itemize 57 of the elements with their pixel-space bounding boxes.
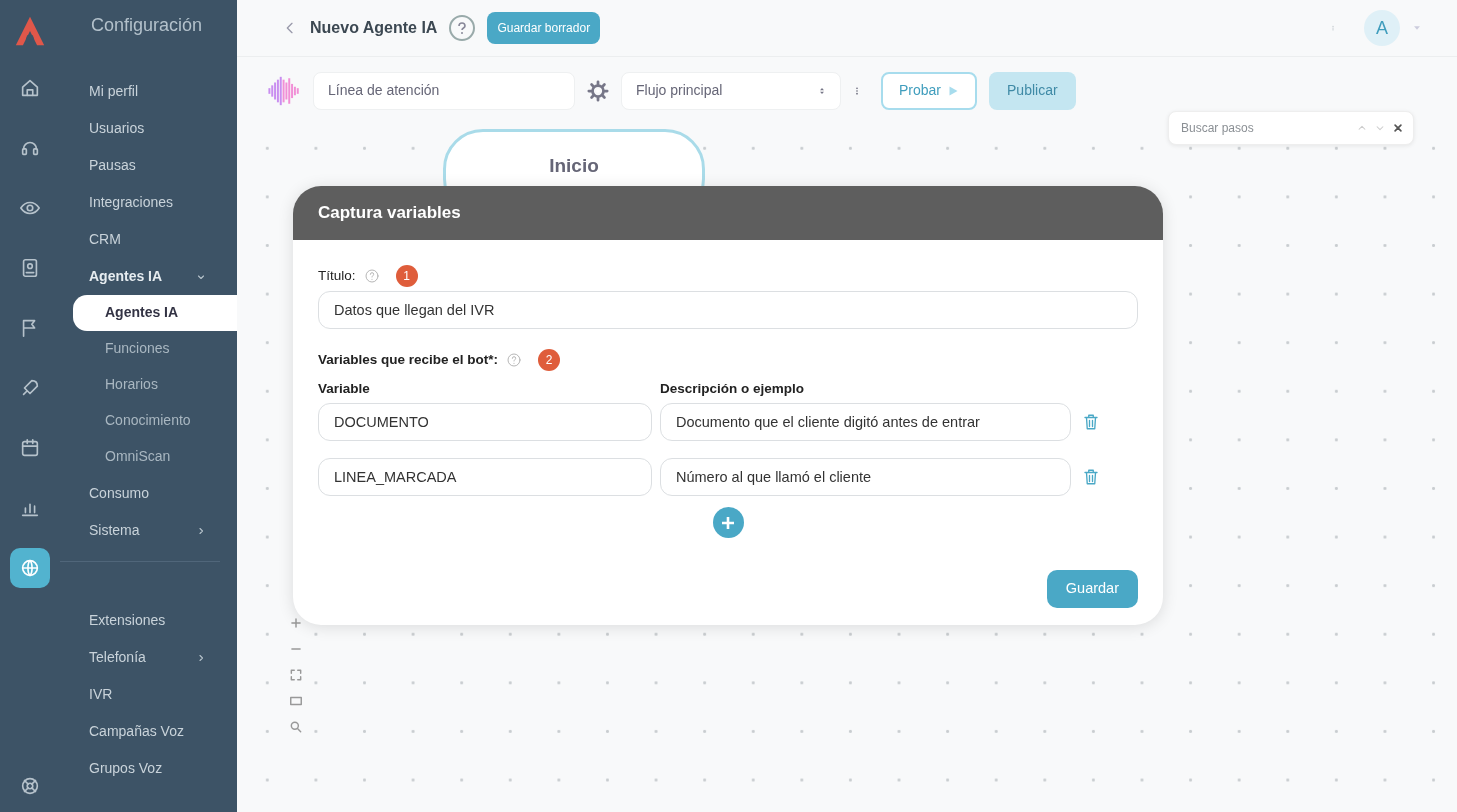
help-icon[interactable] bbox=[506, 352, 523, 368]
menu-item[interactable]: Integraciones bbox=[60, 184, 237, 221]
column-header: Descripción o ejemplo bbox=[660, 380, 805, 398]
column-header: Variable bbox=[318, 380, 371, 398]
flow-select[interactable]: Flujo principal bbox=[621, 71, 841, 110]
menu-item[interactable]: Pausas bbox=[60, 147, 237, 184]
chevron-down-icon[interactable] bbox=[1375, 123, 1385, 133]
menu-item[interactable]: CRM bbox=[60, 221, 237, 258]
search-icon[interactable] bbox=[289, 720, 303, 734]
save-draft-button[interactable]: Guardar borrador bbox=[487, 12, 601, 44]
menu-item[interactable]: Grupos Voz bbox=[60, 750, 237, 787]
menu-item[interactable]: Consumo bbox=[60, 475, 237, 512]
lifebuoy-icon bbox=[19, 775, 41, 797]
save-button[interactable]: Guardar bbox=[1046, 570, 1138, 609]
submenu-item[interactable]: Funciones bbox=[73, 331, 237, 367]
menu-item[interactable]: Extensiones bbox=[60, 602, 237, 639]
menu-item[interactable]: Mi perfil bbox=[60, 73, 237, 110]
menu-item[interactable]: Usuarios bbox=[60, 110, 237, 147]
home-icon bbox=[19, 77, 41, 99]
line-field[interactable]: Línea de atención bbox=[313, 71, 575, 110]
title-input[interactable]: Datos que llegan del IVR bbox=[318, 291, 1138, 329]
chevron-up-icon[interactable] bbox=[1357, 123, 1367, 133]
close-icon[interactable] bbox=[1393, 123, 1403, 133]
add-button[interactable] bbox=[712, 507, 744, 539]
test-button[interactable]: Probar bbox=[881, 71, 978, 110]
calendar-icon bbox=[19, 437, 41, 459]
minimap-icon[interactable] bbox=[289, 694, 303, 708]
step-number: 2 bbox=[538, 349, 561, 371]
steps-search-field[interactable]: Buscar pasos bbox=[1168, 111, 1414, 145]
variable-input[interactable]: LINEA_MARCADA bbox=[318, 458, 652, 497]
menu-item[interactable]: IVR bbox=[60, 676, 237, 713]
submenu-item[interactable]: Horarios bbox=[73, 367, 237, 403]
step-number: 1 bbox=[395, 265, 418, 287]
page-title: Nuevo Agente IA bbox=[310, 18, 438, 38]
field-label: Variables que recibe el bot*: bbox=[318, 350, 499, 369]
globe-icon bbox=[19, 557, 41, 579]
menu-item[interactable]: Campañas Voz bbox=[60, 713, 237, 750]
submenu-item[interactable]: Conocimiento bbox=[73, 403, 237, 439]
description-input[interactable]: Número al que llamó el cliente bbox=[660, 458, 1071, 497]
zoom-in-icon[interactable] bbox=[289, 616, 303, 630]
menu-item[interactable]: Telefonía bbox=[60, 639, 237, 676]
menu-item[interactable]: Sistema bbox=[60, 512, 237, 549]
submenu-item[interactable]: Agentes IA bbox=[73, 295, 237, 331]
menu-item[interactable]: Agentes IA bbox=[60, 258, 237, 295]
play-icon bbox=[947, 84, 960, 97]
fit-view-icon[interactable] bbox=[289, 668, 303, 682]
settings-icon[interactable] bbox=[587, 79, 609, 102]
panel-title: Configuración bbox=[90, 14, 203, 37]
variable-input[interactable]: DOCUMENTO bbox=[318, 403, 652, 442]
nav-rail-button[interactable] bbox=[10, 548, 50, 588]
help-icon[interactable] bbox=[363, 268, 380, 284]
description-input[interactable]: Documento que el cliente digitó antes de entrar bbox=[660, 403, 1071, 442]
steps-search-input[interactable]: Buscar pasos bbox=[1179, 118, 1349, 138]
plus-icon bbox=[721, 515, 735, 530]
help-icon[interactable] bbox=[449, 15, 476, 41]
submenu-item[interactable]: OmniScan bbox=[73, 439, 237, 475]
field-label: Título: bbox=[318, 266, 356, 285]
